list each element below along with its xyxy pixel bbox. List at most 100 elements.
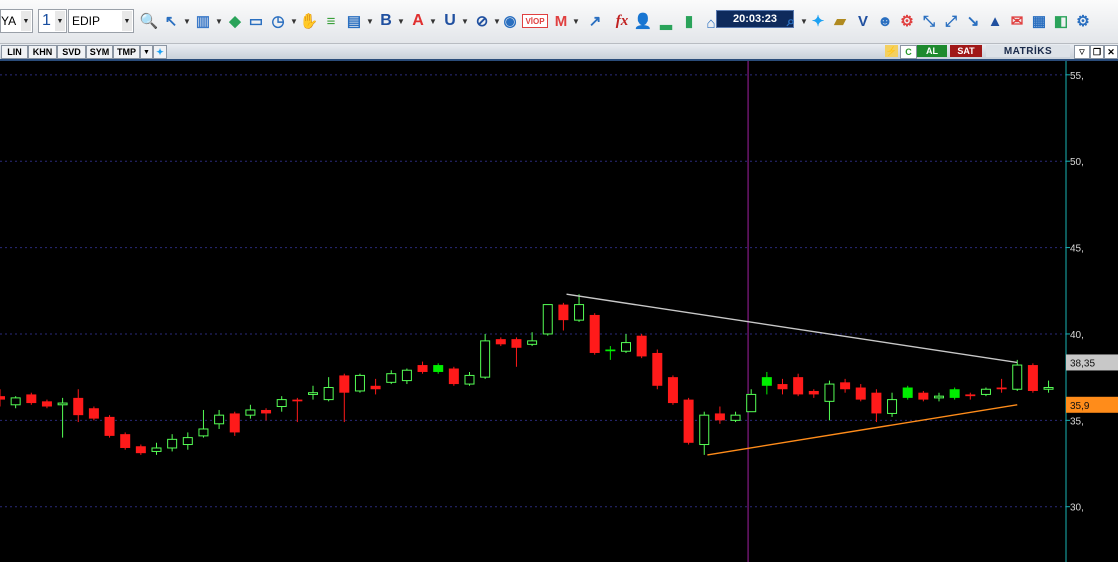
candle-body (589, 314, 600, 353)
candle-body (245, 409, 256, 416)
period-value: 1 (42, 12, 51, 29)
bolt-button[interactable]: ⚡ (885, 45, 898, 57)
cancel-icon[interactable]: ⊘ (472, 11, 492, 31)
candle-body (464, 374, 475, 385)
text-a-button[interactable]: A (408, 11, 428, 31)
cursor-icon[interactable]: ↖ (161, 11, 181, 31)
twitter-icon[interactable]: ✦ (808, 11, 828, 31)
buy-button[interactable]: AL (917, 45, 947, 57)
candle-body (714, 413, 725, 421)
handshake-icon[interactable]: ✋ (299, 11, 319, 31)
gear-icon[interactable]: ⚙ (1073, 11, 1093, 31)
candle-body (636, 335, 647, 357)
candle-body (401, 369, 412, 382)
calculator-icon[interactable]: ▦ (1029, 11, 1049, 31)
traffic-light-icon[interactable]: ▮ (679, 11, 699, 31)
candle-body (511, 339, 522, 348)
caret-icon[interactable]: ▼ (461, 17, 469, 26)
caret-icon[interactable]: ▼ (290, 17, 298, 26)
candle-body (949, 389, 960, 398)
caret-icon[interactable]: ▼ (366, 17, 374, 26)
candle-body (73, 397, 84, 416)
matriks-m-icon[interactable]: M (551, 11, 571, 31)
candle-body (26, 394, 37, 404)
candle-body (308, 392, 318, 395)
mail-icon[interactable]: ✉ (1007, 11, 1027, 31)
chevron-down-icon: ▼ (122, 11, 132, 31)
book-icon[interactable]: ▰ (830, 11, 850, 31)
caret-icon[interactable]: ▼ (572, 17, 580, 26)
candle-body (10, 397, 21, 406)
restore-icon[interactable]: ❐ (1090, 45, 1104, 59)
candlestick-chart[interactable]: 55, 50, 45, 40, 35, 30, 38,35 35,9 (0, 61, 1118, 562)
candle-body (902, 387, 913, 398)
candle-body (558, 304, 569, 321)
candle-body (448, 368, 459, 385)
text-u-button[interactable]: U (440, 11, 460, 31)
v-icon[interactable]: V (853, 11, 873, 31)
line-chart-icon[interactable]: ↗ (585, 11, 605, 31)
expand-icon[interactable]: ⤢ (941, 11, 961, 31)
caret-icon[interactable]: ▼ (215, 17, 223, 26)
search-icon[interactable]: ⌕ (781, 11, 801, 31)
monitor-icon[interactable]: ▭ (246, 11, 266, 31)
refresh-button[interactable]: C (900, 45, 917, 59)
twitter-icon[interactable]: ✦ (153, 45, 167, 59)
candle-body (605, 349, 616, 352)
bar-chart-icon[interactable]: ▥ (193, 11, 213, 31)
globe-icon[interactable]: ◉ (500, 11, 520, 31)
close-icon[interactable]: ✕ (1104, 45, 1118, 59)
formula-button[interactable]: fx (612, 11, 632, 31)
news-icon[interactable]: ▤ (344, 11, 364, 31)
partial-dropdown[interactable]: YA ▼ (0, 9, 33, 33)
caret-icon[interactable]: ▼ (800, 17, 808, 26)
candle-body (433, 365, 444, 372)
candle-body (730, 414, 741, 421)
users-icon[interactable]: 👤 (633, 11, 653, 31)
candle-body (574, 304, 585, 321)
bold-b-button[interactable]: B (376, 11, 396, 31)
viop-button[interactable]: VİOP (522, 14, 548, 28)
tab-tmp[interactable]: TMP (113, 45, 140, 59)
list-icon[interactable]: ≡ (321, 11, 341, 31)
zoom-icon[interactable]: 🔍 (139, 11, 159, 31)
partial-dropdown-value: YA (1, 14, 17, 28)
caret-icon[interactable]: ▼ (183, 17, 191, 26)
candle-body (167, 438, 178, 449)
settings-chart-icon[interactable]: ⚙ (897, 11, 917, 31)
candle-body (370, 385, 381, 390)
period-dropdown[interactable]: 1 ▼ (38, 9, 67, 33)
tab-khn[interactable]: KHN (28, 45, 57, 59)
window-icon[interactable]: ◧ (1051, 11, 1071, 31)
symbol-select[interactable]: EDIP ▼ (68, 9, 134, 33)
cube-icon[interactable]: ◆ (225, 11, 245, 31)
tab-dropdown-chevron-icon[interactable]: ▼ (140, 45, 153, 59)
candle-body (652, 352, 663, 386)
clock-icon[interactable]: ◷ (268, 11, 288, 31)
candle-body (135, 446, 146, 454)
candle-body (480, 340, 491, 378)
candle-body (57, 402, 68, 406)
bell-icon[interactable]: ▲ (985, 11, 1005, 31)
arrow-down-right-icon[interactable]: ↘ (963, 11, 983, 31)
tab-svd[interactable]: SVD (57, 45, 86, 59)
candle-body (276, 399, 287, 408)
caret-icon[interactable]: ▼ (397, 17, 405, 26)
candle-body (120, 434, 131, 448)
candle-body (965, 394, 976, 397)
tab-sym[interactable]: SYM (86, 45, 113, 59)
candle-body (229, 413, 240, 433)
chart-tabbar: LIN KHN SVD SYM TMP ▼ ✦ ⚡ C AL SAT MATRİ… (0, 44, 1118, 61)
candle-body (934, 395, 944, 399)
sell-button[interactable]: SAT (950, 45, 982, 57)
tab-lin[interactable]: LIN (1, 45, 28, 59)
chevron-down-icon[interactable]: ▽ (1074, 45, 1090, 59)
candle-body (292, 399, 303, 402)
resize-icon[interactable]: ⤡ (919, 11, 939, 31)
bars-icon[interactable]: ▂ (656, 11, 676, 31)
caret-icon[interactable]: ▼ (429, 17, 437, 26)
candle-body (808, 390, 819, 395)
candle-body (621, 342, 631, 352)
person-icon[interactable]: ☻ (875, 11, 895, 31)
candle-body (261, 409, 272, 414)
